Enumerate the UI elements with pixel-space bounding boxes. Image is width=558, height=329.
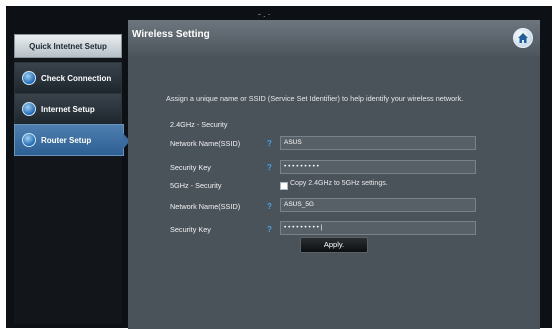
- help-icon[interactable]: ?: [266, 225, 273, 234]
- globe-icon: [22, 102, 36, 116]
- ssid-label-5ghz: Network Name(SSID): [170, 202, 241, 211]
- sidebar-item-router-setup[interactable]: Router Setup: [14, 124, 130, 156]
- section-title-24ghz: 2.4GHz - Security: [170, 120, 228, 129]
- topbar-decoration: -.·: [258, 9, 273, 19]
- apply-button[interactable]: Apply.: [300, 237, 368, 253]
- panel-header: Wireless Setting: [128, 20, 540, 56]
- security-key-input-5ghz[interactable]: • • • • • • • • • |: [280, 221, 476, 235]
- sidebar: Quick Intetnet Setup Check Connection In…: [14, 34, 130, 324]
- ssid-input-5ghz[interactable]: ASUS_5G: [280, 198, 476, 212]
- ssid-label-24ghz: Network Name(SSID): [170, 139, 241, 148]
- ssid-input-24ghz[interactable]: ASUS: [280, 136, 476, 150]
- copy-settings-label: Copy 2.4GHz to 5GHz settings.: [290, 180, 388, 187]
- page-title: Wireless Setting: [132, 29, 210, 40]
- help-icon[interactable]: ?: [266, 163, 273, 172]
- sidebar-item-label: Check Connection: [41, 73, 112, 83]
- copy-settings-checkbox[interactable]: [280, 182, 288, 190]
- security-key-input-24ghz[interactable]: • • • • • • • • •: [280, 160, 476, 174]
- home-button[interactable]: [513, 28, 533, 48]
- globe-icon: [22, 133, 36, 147]
- description-text: Assign a unique name or SSID (Service Se…: [166, 94, 464, 103]
- help-icon[interactable]: ?: [266, 202, 273, 211]
- help-icon[interactable]: ?: [266, 139, 273, 148]
- main-panel: Wireless Setting Assign a unique name or…: [128, 20, 540, 329]
- sidebar-header: Quick Intetnet Setup: [14, 34, 122, 58]
- sidebar-item-label: Internet Setup: [41, 104, 95, 114]
- section-title-5ghz: 5GHz - Security: [170, 181, 222, 190]
- sidebar-item-internet-setup[interactable]: Internet Setup: [14, 93, 122, 125]
- security-key-label-5ghz: Security Key: [170, 225, 211, 234]
- globe-icon: [22, 71, 36, 85]
- security-key-label-24ghz: Security Key: [170, 163, 211, 172]
- sidebar-item-check-connection[interactable]: Check Connection: [14, 62, 122, 94]
- sidebar-item-label: Router Setup: [41, 135, 92, 145]
- home-icon: [518, 33, 528, 43]
